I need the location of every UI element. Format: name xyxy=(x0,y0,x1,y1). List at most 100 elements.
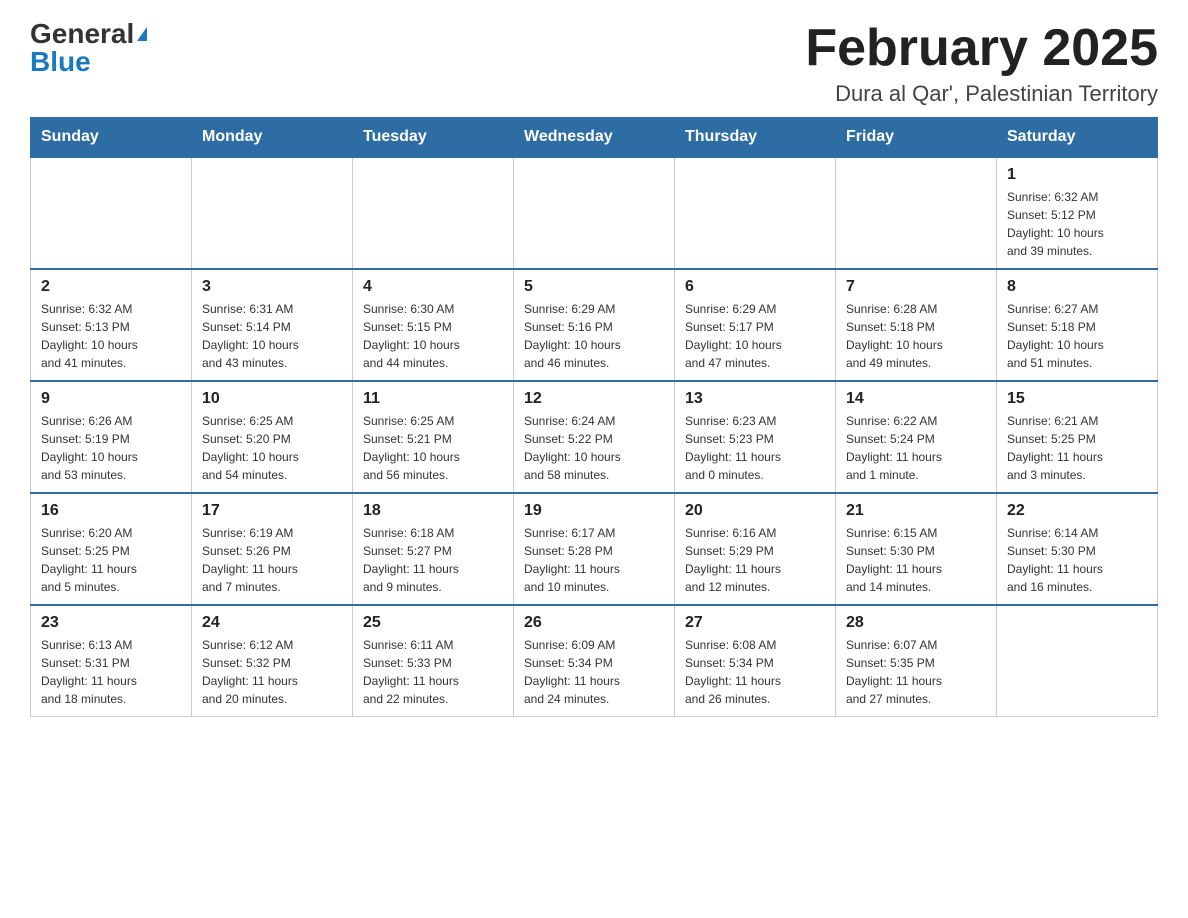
day-info: Sunrise: 6:32 AMSunset: 5:12 PMDaylight:… xyxy=(1007,188,1147,260)
day-number: 28 xyxy=(846,614,986,632)
day-number: 25 xyxy=(363,614,503,632)
day-info: Sunrise: 6:20 AMSunset: 5:25 PMDaylight:… xyxy=(41,524,181,596)
day-number: 2 xyxy=(41,278,181,296)
day-info: Sunrise: 6:29 AMSunset: 5:16 PMDaylight:… xyxy=(524,300,664,372)
day-info: Sunrise: 6:30 AMSunset: 5:15 PMDaylight:… xyxy=(363,300,503,372)
day-info: Sunrise: 6:07 AMSunset: 5:35 PMDaylight:… xyxy=(846,636,986,708)
day-info: Sunrise: 6:19 AMSunset: 5:26 PMDaylight:… xyxy=(202,524,342,596)
day-number: 7 xyxy=(846,278,986,296)
calendar-week-row: 9 Sunrise: 6:26 AMSunset: 5:19 PMDaylight… xyxy=(31,381,1158,493)
calendar-cell: 13 Sunrise: 6:23 AMSunset: 5:23 PMDayligh… xyxy=(675,381,836,493)
calendar-header-monday: Monday xyxy=(192,118,353,158)
calendar-cell: 8 Sunrise: 6:27 AMSunset: 5:18 PMDaylight… xyxy=(997,269,1158,381)
day-number: 4 xyxy=(363,278,503,296)
calendar-header-friday: Friday xyxy=(836,118,997,158)
calendar-week-row: 23 Sunrise: 6:13 AMSunset: 5:31 PMDayligh… xyxy=(31,605,1158,717)
logo: General Blue xyxy=(30,20,147,76)
day-number: 19 xyxy=(524,502,664,520)
day-info: Sunrise: 6:23 AMSunset: 5:23 PMDaylight:… xyxy=(685,412,825,484)
day-info: Sunrise: 6:27 AMSunset: 5:18 PMDaylight:… xyxy=(1007,300,1147,372)
day-number: 5 xyxy=(524,278,664,296)
calendar-cell xyxy=(997,605,1158,717)
calendar-cell: 3 Sunrise: 6:31 AMSunset: 5:14 PMDaylight… xyxy=(192,269,353,381)
day-number: 8 xyxy=(1007,278,1147,296)
day-info: Sunrise: 6:29 AMSunset: 5:17 PMDaylight:… xyxy=(685,300,825,372)
day-info: Sunrise: 6:28 AMSunset: 5:18 PMDaylight:… xyxy=(846,300,986,372)
day-info: Sunrise: 6:09 AMSunset: 5:34 PMDaylight:… xyxy=(524,636,664,708)
calendar-cell: 25 Sunrise: 6:11 AMSunset: 5:33 PMDayligh… xyxy=(353,605,514,717)
calendar-header-thursday: Thursday xyxy=(675,118,836,158)
calendar-cell: 23 Sunrise: 6:13 AMSunset: 5:31 PMDayligh… xyxy=(31,605,192,717)
day-number: 20 xyxy=(685,502,825,520)
calendar-header-tuesday: Tuesday xyxy=(353,118,514,158)
calendar-cell: 18 Sunrise: 6:18 AMSunset: 5:27 PMDayligh… xyxy=(353,493,514,605)
day-info: Sunrise: 6:11 AMSunset: 5:33 PMDaylight:… xyxy=(363,636,503,708)
calendar-cell: 12Sunrise: 6:24 AMSunset: 5:22 PMDayligh… xyxy=(514,381,675,493)
day-number: 3 xyxy=(202,278,342,296)
calendar-cell xyxy=(514,157,675,269)
calendar-table: SundayMondayTuesdayWednesdayThursdayFrid… xyxy=(30,117,1158,717)
day-number: 21 xyxy=(846,502,986,520)
day-info: Sunrise: 6:13 AMSunset: 5:31 PMDaylight:… xyxy=(41,636,181,708)
calendar-cell: 22 Sunrise: 6:14 AMSunset: 5:30 PMDayligh… xyxy=(997,493,1158,605)
day-number: 11 xyxy=(363,390,503,408)
day-info: Sunrise: 6:31 AMSunset: 5:14 PMDaylight:… xyxy=(202,300,342,372)
calendar-cell xyxy=(353,157,514,269)
day-info: Sunrise: 6:25 AMSunset: 5:21 PMDaylight:… xyxy=(363,412,503,484)
day-number: 1 xyxy=(1007,166,1147,184)
location-subtitle: Dura al Qar', Palestinian Territory xyxy=(805,81,1158,107)
calendar-week-row: 2Sunrise: 6:32 AMSunset: 5:13 PMDaylight… xyxy=(31,269,1158,381)
calendar-cell: 28 Sunrise: 6:07 AMSunset: 5:35 PMDayligh… xyxy=(836,605,997,717)
calendar-cell: 26 Sunrise: 6:09 AMSunset: 5:34 PMDayligh… xyxy=(514,605,675,717)
calendar-cell: 16 Sunrise: 6:20 AMSunset: 5:25 PMDayligh… xyxy=(31,493,192,605)
day-number: 17 xyxy=(202,502,342,520)
day-number: 16 xyxy=(41,502,181,520)
day-info: Sunrise: 6:22 AMSunset: 5:24 PMDaylight:… xyxy=(846,412,986,484)
calendar-cell: 27 Sunrise: 6:08 AMSunset: 5:34 PMDayligh… xyxy=(675,605,836,717)
day-number: 24 xyxy=(202,614,342,632)
calendar-header-saturday: Saturday xyxy=(997,118,1158,158)
calendar-cell: 6 Sunrise: 6:29 AMSunset: 5:17 PMDaylight… xyxy=(675,269,836,381)
calendar-cell xyxy=(192,157,353,269)
day-number: 23 xyxy=(41,614,181,632)
day-number: 14 xyxy=(846,390,986,408)
logo-blue-text: Blue xyxy=(30,48,91,76)
title-section: February 2025 Dura al Qar', Palestinian … xyxy=(805,20,1158,107)
calendar-cell xyxy=(675,157,836,269)
month-title: February 2025 xyxy=(805,20,1158,77)
day-number: 13 xyxy=(685,390,825,408)
calendar-week-row: 16 Sunrise: 6:20 AMSunset: 5:25 PMDayligh… xyxy=(31,493,1158,605)
calendar-cell: 19Sunrise: 6:17 AMSunset: 5:28 PMDayligh… xyxy=(514,493,675,605)
day-number: 27 xyxy=(685,614,825,632)
day-number: 6 xyxy=(685,278,825,296)
calendar-cell: 5 Sunrise: 6:29 AMSunset: 5:16 PMDaylight… xyxy=(514,269,675,381)
calendar-week-row: 1 Sunrise: 6:32 AMSunset: 5:12 PMDaylight… xyxy=(31,157,1158,269)
calendar-cell: 24 Sunrise: 6:12 AMSunset: 5:32 PMDayligh… xyxy=(192,605,353,717)
day-info: Sunrise: 6:26 AMSunset: 5:19 PMDaylight:… xyxy=(41,412,181,484)
day-number: 10 xyxy=(202,390,342,408)
calendar-header-row: SundayMondayTuesdayWednesdayThursdayFrid… xyxy=(31,118,1158,158)
day-info: Sunrise: 6:12 AMSunset: 5:32 PMDaylight:… xyxy=(202,636,342,708)
day-number: 18 xyxy=(363,502,503,520)
calendar-cell: 7 Sunrise: 6:28 AMSunset: 5:18 PMDaylight… xyxy=(836,269,997,381)
day-number: 12 xyxy=(524,390,664,408)
day-info: Sunrise: 6:18 AMSunset: 5:27 PMDaylight:… xyxy=(363,524,503,596)
calendar-cell: 9 Sunrise: 6:26 AMSunset: 5:19 PMDaylight… xyxy=(31,381,192,493)
day-info: Sunrise: 6:21 AMSunset: 5:25 PMDaylight:… xyxy=(1007,412,1147,484)
calendar-cell: 2Sunrise: 6:32 AMSunset: 5:13 PMDaylight… xyxy=(31,269,192,381)
calendar-cell: 1 Sunrise: 6:32 AMSunset: 5:12 PMDaylight… xyxy=(997,157,1158,269)
day-number: 26 xyxy=(524,614,664,632)
calendar-cell: 11 Sunrise: 6:25 AMSunset: 5:21 PMDayligh… xyxy=(353,381,514,493)
day-info: Sunrise: 6:15 AMSunset: 5:30 PMDaylight:… xyxy=(846,524,986,596)
calendar-cell: 21 Sunrise: 6:15 AMSunset: 5:30 PMDayligh… xyxy=(836,493,997,605)
day-number: 22 xyxy=(1007,502,1147,520)
calendar-cell: 15Sunrise: 6:21 AMSunset: 5:25 PMDayligh… xyxy=(997,381,1158,493)
calendar-cell: 20Sunrise: 6:16 AMSunset: 5:29 PMDayligh… xyxy=(675,493,836,605)
day-number: 9 xyxy=(41,390,181,408)
page-header: General Blue February 2025 Dura al Qar',… xyxy=(30,20,1158,107)
calendar-cell xyxy=(31,157,192,269)
calendar-cell: 4 Sunrise: 6:30 AMSunset: 5:15 PMDaylight… xyxy=(353,269,514,381)
logo-general-text: General xyxy=(30,20,134,48)
day-info: Sunrise: 6:08 AMSunset: 5:34 PMDaylight:… xyxy=(685,636,825,708)
day-info: Sunrise: 6:14 AMSunset: 5:30 PMDaylight:… xyxy=(1007,524,1147,596)
